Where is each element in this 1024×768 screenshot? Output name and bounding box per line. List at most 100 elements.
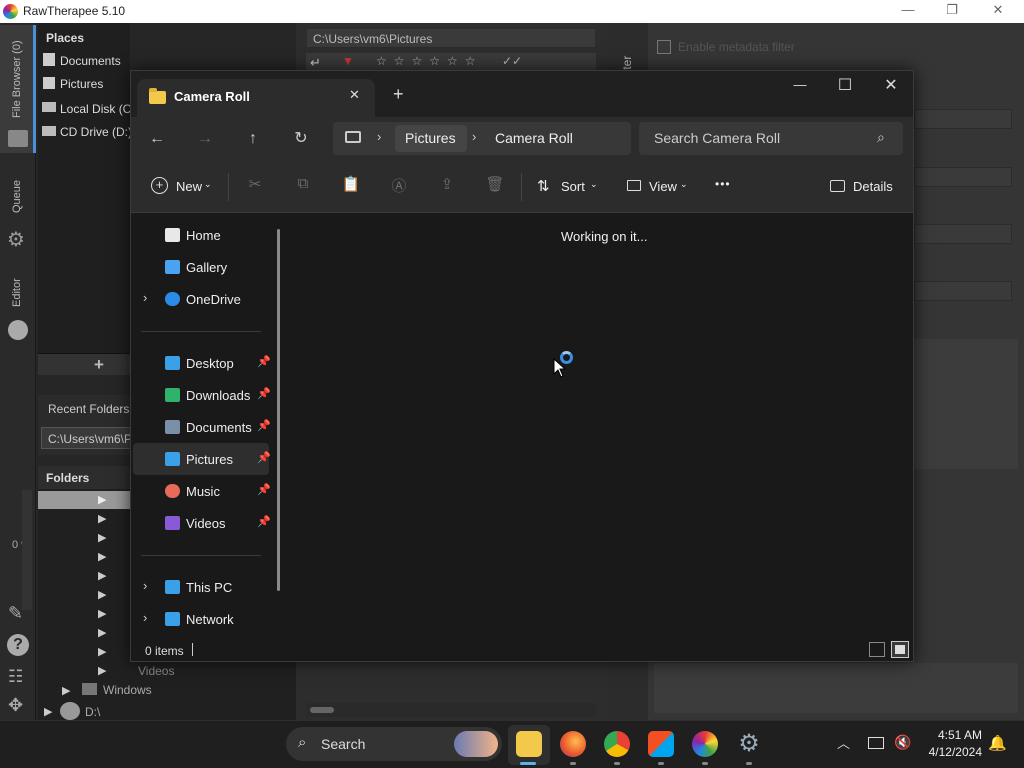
details-view-icon[interactable]	[869, 642, 885, 657]
nav-item-music[interactable]: Music 📌	[131, 477, 271, 505]
rt-horizontal-scrollbar[interactable]	[306, 703, 596, 717]
tab-editor[interactable]: Editor	[11, 278, 23, 307]
tree-row-selected[interactable]	[38, 491, 130, 509]
recent-folder-combo[interactable]: C:\Users\vm6\P	[41, 427, 133, 449]
tree-expander-icon[interactable]: ▶	[98, 645, 106, 658]
filter-list-box[interactable]	[654, 663, 1018, 713]
nav-item-pictures[interactable]: Pictures 📌	[133, 443, 271, 475]
fullscreen-icon[interactable]: ✥	[8, 695, 23, 716]
copy-icon[interactable]: ⧉	[293, 175, 313, 195]
network-status-icon[interactable]	[868, 737, 884, 749]
maximize-button[interactable]: ☐	[834, 75, 856, 95]
file-list-area[interactable]: Working on it...	[291, 213, 913, 641]
nav-item-videos[interactable]: Videos 📌	[131, 509, 271, 537]
rt-minimize-button[interactable]: —	[888, 2, 928, 20]
settings-taskbar-icon[interactable]: ⚙	[736, 731, 762, 757]
tree-expander-icon[interactable]: ▶	[98, 607, 106, 620]
tree-expander-icon[interactable]: ▶	[98, 493, 106, 506]
large-icons-view-icon[interactable]	[891, 641, 909, 658]
filter-field[interactable]	[914, 167, 1012, 187]
tab-file-browser[interactable]: File Browser (0)	[11, 40, 23, 118]
tree-expander-icon[interactable]: ▶	[98, 550, 106, 563]
filter-reject-icon[interactable]: ▼	[342, 54, 354, 68]
sort-button[interactable]: Sort	[561, 179, 585, 194]
tree-item-windows[interactable]: Windows	[103, 683, 152, 697]
sort-chevron-down-icon[interactable]: ⌄	[590, 179, 598, 190]
firefox-taskbar-icon[interactable]	[560, 731, 586, 757]
paste-icon[interactable]: 📋	[341, 175, 361, 195]
forward-arrow-icon[interactable]: →	[191, 126, 219, 152]
metadata-filter-checkbox[interactable]	[657, 40, 671, 54]
nav-item-this-pc[interactable]: › This PC	[131, 573, 271, 601]
clock-time[interactable]: 4:51 AM	[930, 728, 982, 742]
taskbar-search-box[interactable]: ⌕ Search	[286, 727, 502, 761]
breadcrumb-chevron-icon[interactable]: ›	[472, 129, 476, 144]
breadcrumb-chevron-icon[interactable]: ›	[377, 129, 381, 144]
scrollbar-thumb[interactable]	[310, 707, 334, 713]
breadcrumb-pictures[interactable]: Pictures	[405, 130, 456, 146]
nav-item-home[interactable]: Home	[131, 221, 271, 249]
add-place-button[interactable]: +	[94, 355, 104, 375]
rt-vertical-splitter[interactable]	[22, 490, 32, 610]
tab-camera-roll[interactable]: Camera Roll ✕	[137, 79, 375, 117]
close-button[interactable]: ✕	[880, 75, 902, 95]
expand-chevron-icon[interactable]: ›	[143, 578, 147, 593]
show-hidden-icons-chevron-icon[interactable]: ︿	[837, 733, 850, 752]
nav-item-documents[interactable]: Documents 📌	[131, 413, 271, 441]
nav-pane-scrollbar[interactable]	[277, 229, 280, 591]
chrome-taskbar-icon[interactable]	[604, 731, 630, 757]
tab-close-button[interactable]: ✕	[349, 87, 360, 103]
new-tab-button[interactable]: +	[393, 84, 404, 105]
color-picker-icon[interactable]: ✎	[8, 603, 23, 624]
minimize-button[interactable]: —	[789, 77, 811, 92]
file-explorer-taskbar-icon[interactable]	[516, 731, 542, 757]
nav-item-onedrive[interactable]: › OneDrive	[131, 285, 271, 313]
pin-icon[interactable]: 📌	[257, 515, 271, 528]
expand-chevron-icon[interactable]: ›	[143, 290, 147, 305]
tree-expander-icon[interactable]: ▶	[98, 588, 106, 601]
tree-expander-icon[interactable]: ▶	[98, 512, 106, 525]
pin-icon[interactable]: 📌	[257, 451, 271, 464]
back-arrow-icon[interactable]: ←	[143, 126, 171, 152]
cut-icon[interactable]: ✂	[245, 175, 265, 195]
breadcrumb-camera-roll[interactable]: Camera Roll	[495, 130, 573, 146]
nav-item-network[interactable]: › Network	[131, 605, 271, 633]
search-box[interactable]: Search Camera Roll ⌕	[639, 122, 903, 155]
nav-item-desktop[interactable]: Desktop 📌	[131, 349, 271, 377]
tree-expander-icon[interactable]: ▶	[98, 664, 106, 677]
nav-item-gallery[interactable]: Gallery	[131, 253, 271, 281]
tree-expander-icon[interactable]: ▶	[98, 569, 106, 582]
tree-item-d-drive[interactable]: D:\	[85, 705, 100, 719]
address-bar[interactable]: › Pictures › Camera Roll	[333, 122, 631, 155]
rawtherapee-taskbar-icon[interactable]	[692, 731, 718, 757]
nav-item-downloads[interactable]: Downloads 📌	[131, 381, 271, 409]
volume-muted-icon[interactable]: 🔇	[894, 734, 911, 751]
filter-field[interactable]	[914, 109, 1012, 129]
place-documents[interactable]: Documents	[60, 54, 121, 68]
rating-stars[interactable]: ☆☆☆☆☆☆	[376, 54, 483, 68]
tree-expander-icon[interactable]: ▶	[98, 626, 106, 639]
rt-close-button[interactable]: ✕	[978, 2, 1018, 20]
place-pictures[interactable]: Pictures	[60, 77, 103, 91]
view-chevron-down-icon[interactable]: ⌄	[680, 179, 688, 190]
place-local-disk[interactable]: Local Disk (C:	[60, 102, 135, 116]
clock-date[interactable]: 4/12/2024	[924, 745, 982, 759]
sliders-icon[interactable]: ☷	[8, 667, 23, 687]
filter-field[interactable]	[914, 224, 1012, 244]
tree-item-videos[interactable]: Videos	[138, 664, 174, 678]
pin-icon[interactable]: 📌	[257, 483, 271, 496]
view-button[interactable]: View	[649, 179, 677, 194]
tab-queue[interactable]: Queue	[11, 180, 23, 213]
pin-icon[interactable]: 📌	[257, 355, 271, 368]
expand-chevron-icon[interactable]: ›	[143, 610, 147, 625]
rename-icon[interactable]: Ⓐ	[389, 175, 409, 195]
details-button[interactable]: Details	[853, 179, 893, 194]
up-arrow-icon[interactable]: ↑	[239, 126, 267, 152]
tree-expander-icon[interactable]: ▶	[98, 531, 106, 544]
microsoft-store-taskbar-icon[interactable]	[648, 731, 674, 757]
pin-icon[interactable]: 📌	[257, 419, 271, 432]
tree-expander-icon[interactable]: ▶	[44, 705, 52, 718]
new-chevron-down-icon[interactable]: ⌄	[204, 179, 212, 190]
back-icon[interactable]: ↵	[310, 55, 321, 71]
check-icon[interactable]: ✓✓	[502, 54, 522, 68]
